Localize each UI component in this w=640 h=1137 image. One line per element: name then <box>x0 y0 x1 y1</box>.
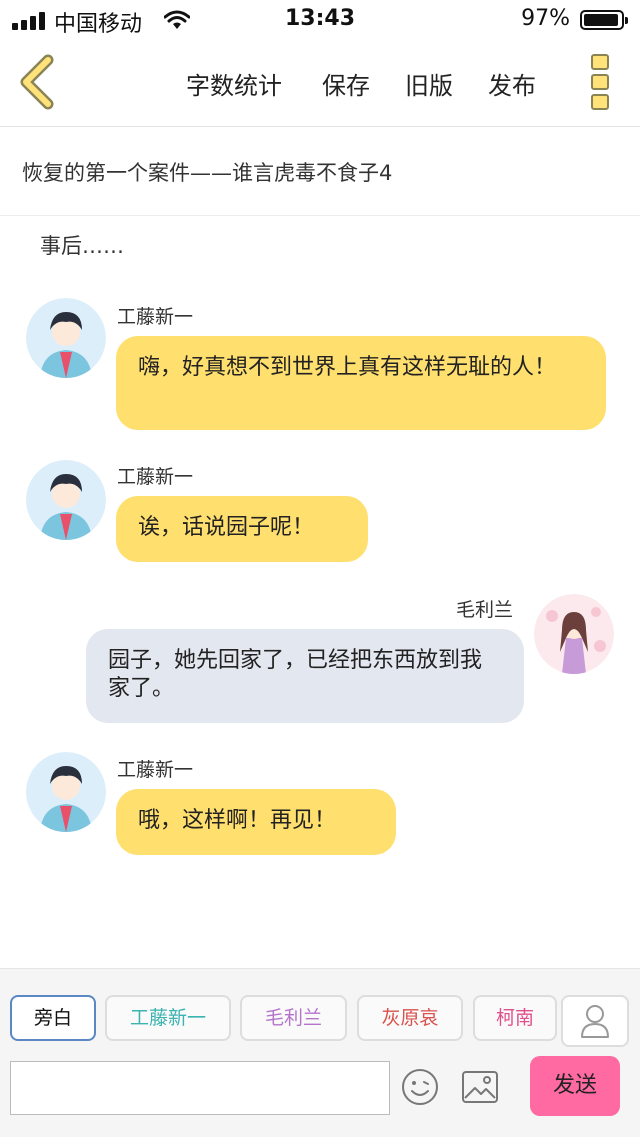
publish-button[interactable]: 发布 <box>488 66 536 101</box>
character-button-kudo[interactable]: 工藤新一 <box>105 995 231 1041</box>
speaker-name: 毛利兰 <box>456 599 514 621</box>
speaker-name: 工藤新一 <box>117 306 194 328</box>
image-icon[interactable] <box>461 1070 499 1104</box>
save-button[interactable]: 保存 <box>322 66 370 101</box>
message-bubble[interactable]: 园子，她先回家了，已经把东西放到我家了。 <box>86 629 524 723</box>
message-input[interactable] <box>10 1061 390 1115</box>
avatar[interactable] <box>534 594 614 674</box>
message-bubble[interactable]: 哦，这样啊！再见！ <box>116 789 396 855</box>
more-vertical-icon[interactable] <box>586 54 614 112</box>
message-bubble[interactable]: 嗨，好真想不到世界上真有这样无耻的人！ <box>116 336 606 430</box>
message-bubble[interactable]: 诶，话说园子呢！ <box>116 496 368 562</box>
narration-text: 事后…… <box>40 234 124 258</box>
send-button[interactable]: 发送 <box>530 1056 620 1116</box>
battery-icon <box>580 10 628 30</box>
avatar[interactable] <box>26 298 106 378</box>
word-count-button[interactable]: 字数统计 <box>186 66 282 101</box>
avatar[interactable] <box>26 460 106 540</box>
old-version-button[interactable]: 旧版 <box>405 66 453 101</box>
back-button[interactable] <box>14 54 62 110</box>
character-button-conan[interactable]: 柯南 <box>473 995 557 1041</box>
avatar[interactable] <box>26 752 106 832</box>
emoji-icon[interactable] <box>401 1068 439 1106</box>
story-title-row[interactable]: 恢复的第一个案件——谁言虎毒不食子4 <box>0 127 640 216</box>
battery-percent: 97% <box>521 6 570 31</box>
character-button-haibara[interactable]: 灰原哀 <box>357 995 463 1041</box>
add-character-button[interactable] <box>561 995 629 1047</box>
story-title: 恢复的第一个案件——谁言虎毒不食子4 <box>22 161 393 185</box>
character-button-ran[interactable]: 毛利兰 <box>240 995 347 1041</box>
speaker-name: 工藤新一 <box>117 466 194 488</box>
person-icon <box>581 1005 609 1038</box>
character-button-narrator[interactable]: 旁白 <box>10 995 96 1041</box>
speaker-name: 工藤新一 <box>117 759 194 781</box>
status-bar: 中国移动 13:43 97% <box>0 0 640 40</box>
nav-bar: 字数统计 保存 旧版 发布 <box>0 40 640 127</box>
